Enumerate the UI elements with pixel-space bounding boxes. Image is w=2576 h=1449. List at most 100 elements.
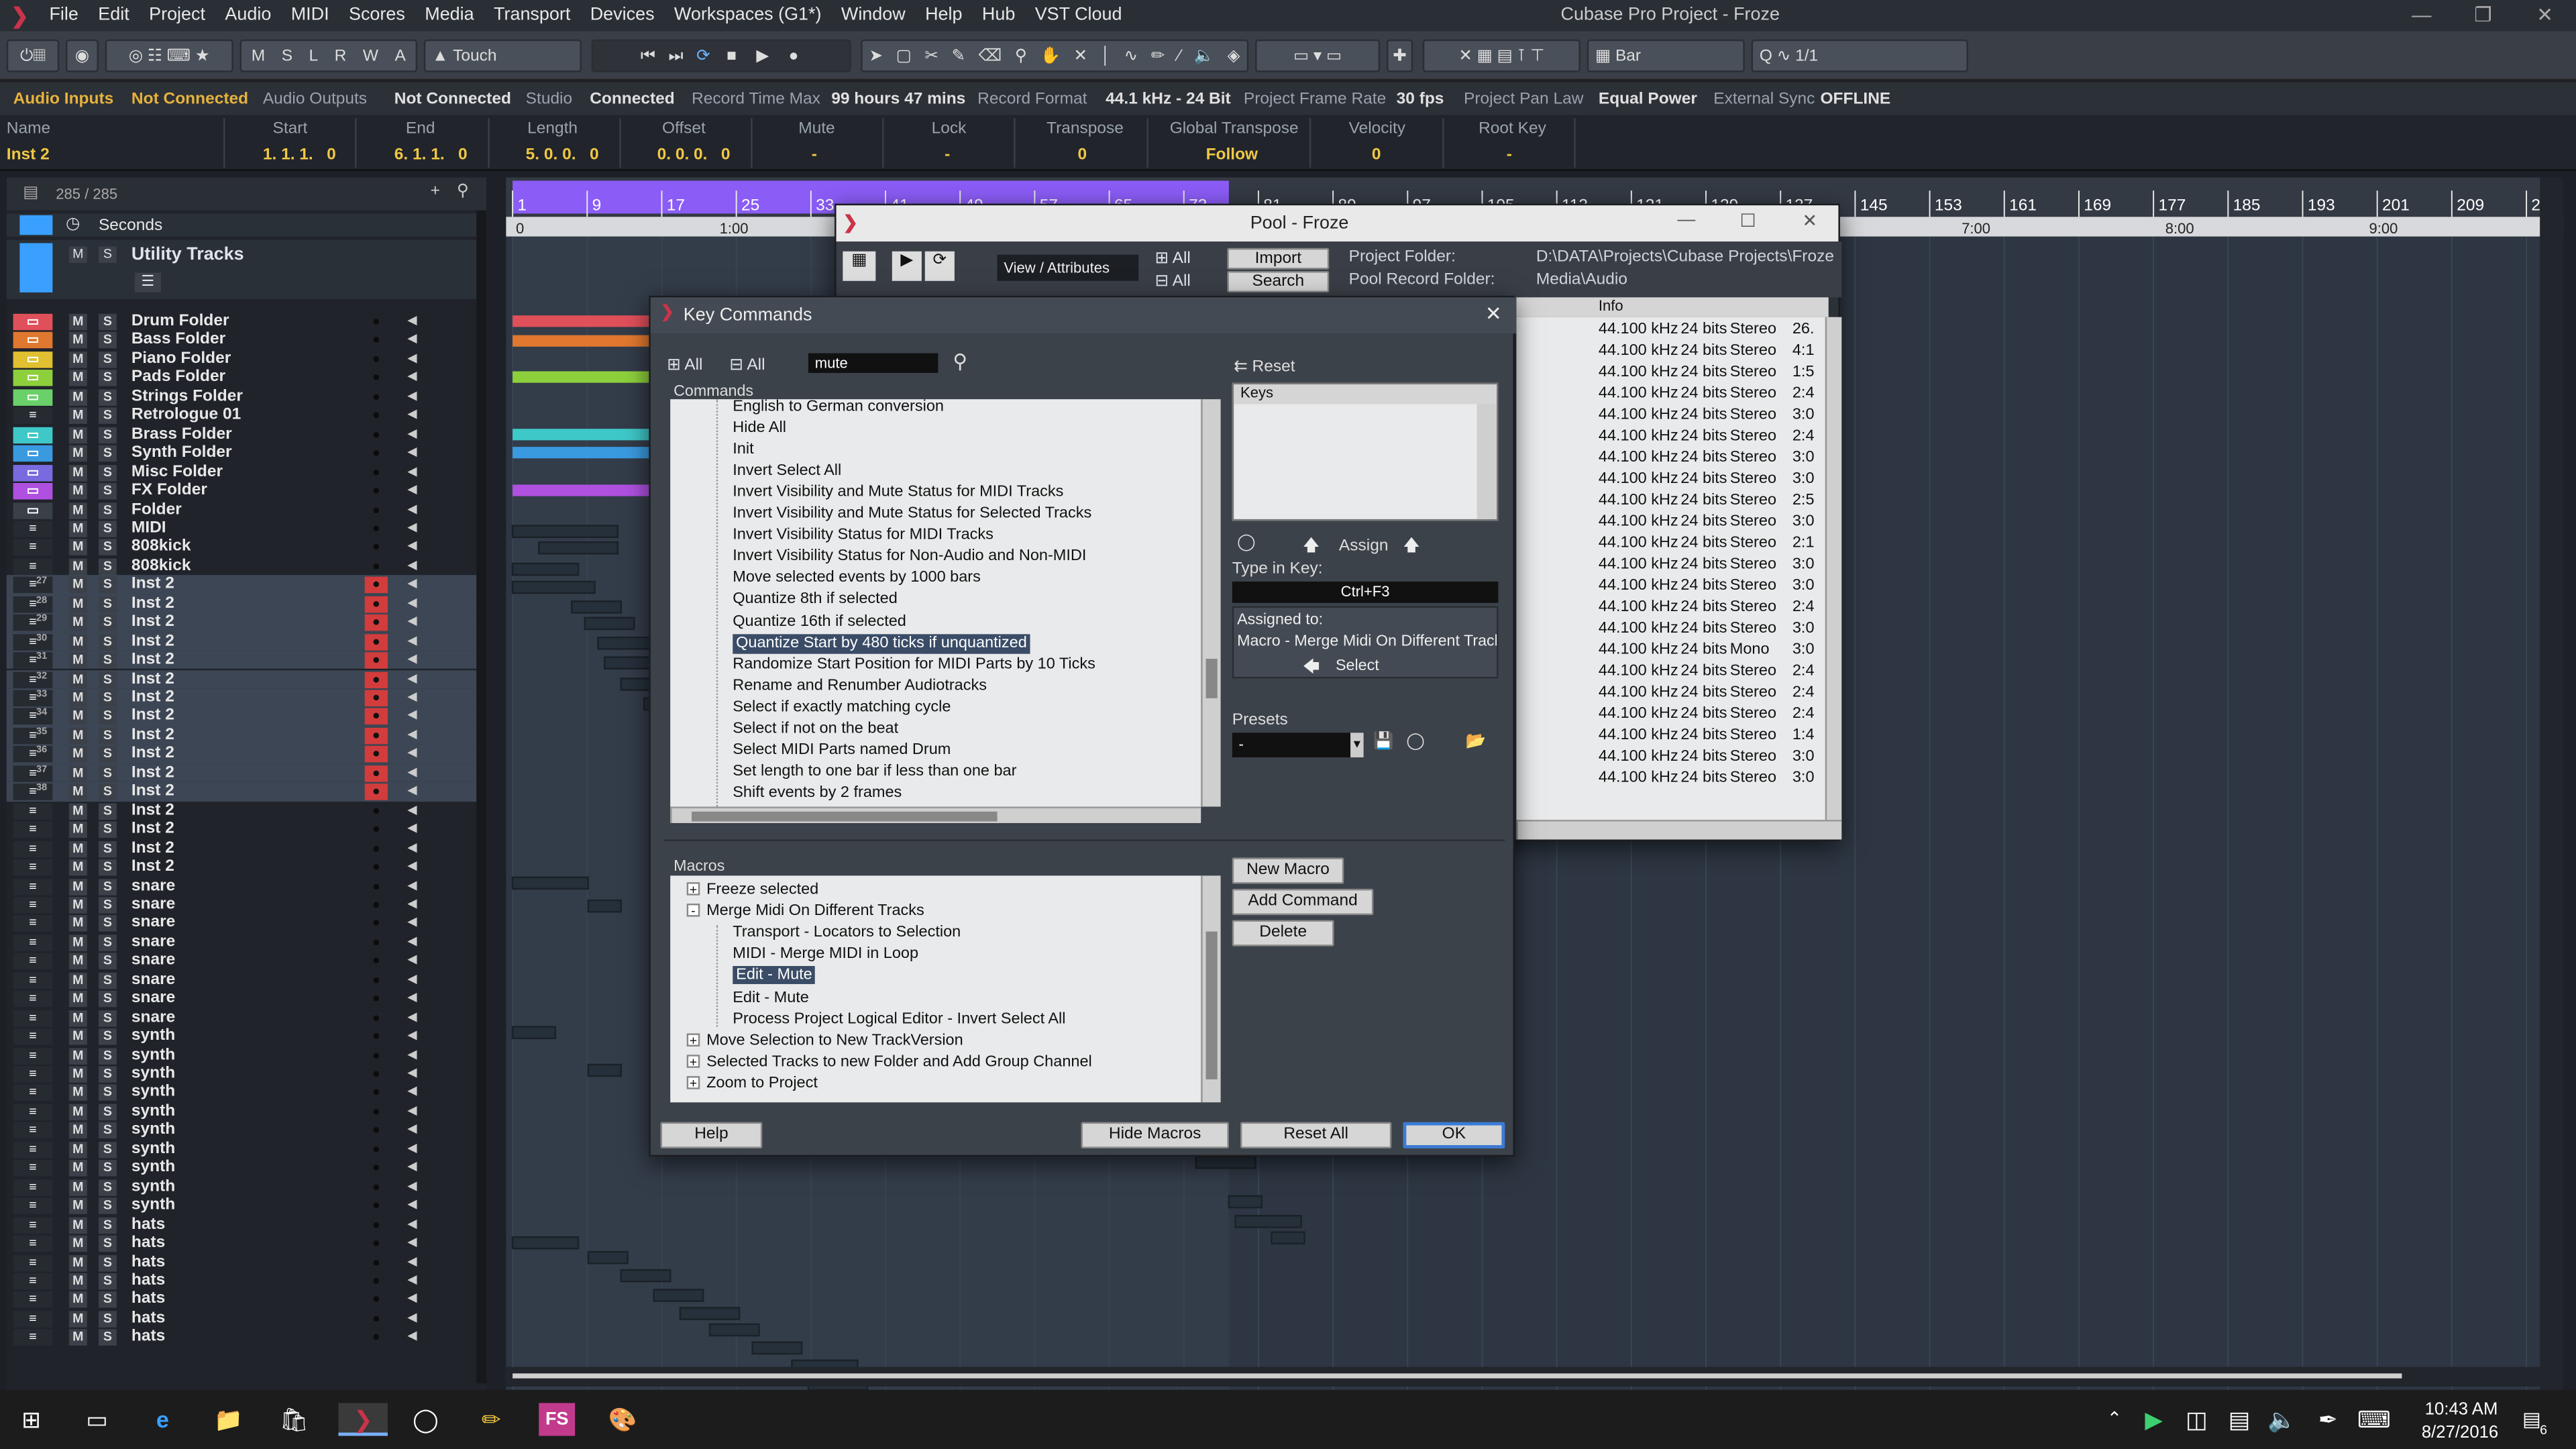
track-mute-button[interactable]: M [68, 633, 87, 650]
track-solo-button[interactable]: S [98, 1235, 117, 1252]
draw-tool-icon[interactable]: ✏ [1151, 47, 1165, 65]
range-tool-icon[interactable]: ▢ [896, 47, 912, 65]
track-solo-button[interactable]: S [98, 934, 117, 951]
key-commands-title-bar[interactable]: ❯ Key Commands ✕ [650, 297, 1517, 334]
track-solo-button[interactable]: S [98, 821, 117, 839]
command-item[interactable]: English to German conversion [733, 399, 944, 417]
scroll-thumb[interactable] [1205, 659, 1218, 698]
track-row[interactable]: ≡ M Ssynth ● ◀ [7, 1121, 480, 1140]
record-enable-icon[interactable]: ● [364, 502, 388, 519]
track-row[interactable]: ▭ M S Folder ● ◀ [7, 500, 480, 519]
track-mute-button[interactable]: M [68, 558, 87, 575]
track-row[interactable]: ≡ 33 M S Inst 2 ● ◀ [6, 688, 480, 708]
event-part[interactable] [511, 562, 580, 576]
type-in-key-input[interactable]: Ctrl+F3 [1232, 581, 1499, 603]
track-row[interactable]: ≡ M Ssnare ● ◀ [7, 952, 480, 971]
track-solo-button[interactable]: S [98, 577, 117, 594]
track-mute-button[interactable]: M [68, 1104, 87, 1120]
track-mute-button[interactable]: M [68, 596, 87, 612]
track-solo-button[interactable]: S [98, 483, 117, 500]
track-mute-button[interactable]: M [68, 708, 87, 726]
tray-chevron-icon[interactable]: ⌃ [2096, 1403, 2133, 1436]
track-row[interactable]: ≡ M Ssynth ● ◀ [7, 1159, 480, 1177]
zoom-tool-icon[interactable]: ⚲ [1015, 47, 1027, 65]
track-row[interactable]: ≡ M Shats ● ◀ [7, 1309, 480, 1328]
pan-law-value[interactable]: Equal Power [1599, 91, 1697, 109]
track-solo-button[interactable]: S [98, 1254, 117, 1271]
collapse-all-checkbox[interactable]: ⊟ All [1155, 273, 1191, 291]
macro-item[interactable]: MIDI - Merge MIDI in Loop [733, 945, 918, 965]
event-part[interactable] [1234, 1215, 1302, 1228]
select-button[interactable]: Select [1336, 657, 1379, 676]
track-row[interactable]: ≡ M Ssynth ● ◀ [7, 1140, 480, 1159]
track-solo-button[interactable]: S [98, 1010, 117, 1026]
monitor-icon[interactable]: ◀ [402, 972, 422, 988]
remove-key-icon[interactable]: ◯ [1237, 534, 1255, 552]
record-enable-icon[interactable]: ● [364, 1047, 388, 1064]
track-solo-button[interactable]: S [98, 1273, 117, 1290]
monitor-icon[interactable]: ◀ [402, 897, 422, 913]
event-part[interactable] [538, 541, 619, 555]
info-transpose-value[interactable]: 0 [1078, 146, 1087, 164]
scroll-thumb[interactable] [513, 1373, 2402, 1379]
pool-play-icon[interactable]: ▶ [892, 251, 922, 281]
command-item[interactable]: Select if not on the beat [733, 719, 898, 739]
record-enable-icon[interactable]: ● [364, 859, 388, 876]
info-name-value[interactable]: Inst 2 [7, 146, 50, 164]
cubase-taskbar-icon[interactable]: ❯ [338, 1403, 388, 1436]
track-solo-button[interactable]: S [98, 539, 117, 556]
event-part[interactable] [587, 1063, 622, 1077]
monitor-icon[interactable]: ◀ [402, 1085, 422, 1101]
command-item[interactable]: Invert Visibility and Mute Status for Se… [733, 504, 1091, 524]
maximize-icon[interactable]: ☐ [1739, 210, 1756, 231]
track-row[interactable]: ≡ 27 M S Inst 2 ● ◀ [6, 575, 480, 594]
monitor-icon[interactable]: ◀ [402, 652, 422, 668]
pool-info-icon[interactable]: ▦ [843, 251, 876, 281]
record-enable-icon[interactable]: ● [364, 1160, 388, 1177]
macros-scrollbar[interactable] [1201, 875, 1221, 1103]
track-solo-button[interactable]: S [98, 1141, 117, 1159]
info-length-value[interactable]: 5. 0. 0. 0 [526, 146, 599, 164]
pool-horizontal-scrollbar[interactable] [1516, 820, 1842, 840]
track-row[interactable]: ≡ M Ssynth ● ◀ [7, 1083, 480, 1102]
track-mute-button[interactable]: M [68, 1160, 87, 1177]
ok-button[interactable]: OK [1403, 1122, 1505, 1148]
chevron-down-icon[interactable]: ▼ [1350, 733, 1364, 757]
comp-tool-icon[interactable]: │ [1101, 47, 1111, 65]
monitor-icon[interactable]: ◀ [402, 408, 422, 424]
monitor-icon[interactable]: ◀ [402, 747, 422, 763]
folder-part[interactable] [513, 315, 654, 327]
record-enable-icon[interactable]: ● [364, 1028, 388, 1045]
macro-item[interactable]: + Move Selection to New TrackVersion [686, 1031, 963, 1051]
command-item-selected[interactable]: Quantize Start by 480 ticks if unquantiz… [733, 633, 1030, 653]
track-row[interactable]: ≡ M S MIDI ● ◀ [7, 519, 480, 538]
track-solo-button[interactable]: S [98, 407, 117, 425]
expand-toggle-icon[interactable]: - [686, 904, 700, 918]
record-enable-icon[interactable]: ● [364, 1010, 388, 1026]
menu-scores[interactable]: Scores [339, 0, 415, 32]
monitor-icon[interactable]: ◀ [402, 1104, 422, 1120]
track-solo-button[interactable]: S [98, 1028, 117, 1045]
presets-select[interactable]: - [1232, 733, 1364, 757]
menu-vst-cloud[interactable]: VST Cloud [1025, 0, 1132, 32]
stop-icon[interactable]: ■ [727, 47, 737, 65]
track-mute-button[interactable]: M [68, 1066, 87, 1083]
track-row[interactable]: ≡ M Ssnare ● ◀ [7, 896, 480, 914]
event-part[interactable] [584, 616, 635, 631]
view-attributes-select[interactable]: View / Attributes [997, 254, 1139, 281]
record-enable-icon[interactable]: ● [364, 614, 388, 631]
track-row[interactable]: ▭ M S Brass Folder ● ◀ [7, 425, 480, 444]
event-part[interactable] [511, 1236, 580, 1250]
monitor-icon[interactable]: ◀ [402, 803, 422, 819]
monitor-icon[interactable]: ◀ [402, 728, 422, 744]
menu-workspaces[interactable]: Workspaces (G1*) [664, 0, 831, 32]
read-button[interactable]: R [335, 47, 347, 65]
record-enable-icon[interactable]: ● [364, 1104, 388, 1120]
track-solo-button[interactable]: S [98, 426, 117, 443]
track-mute-button[interactable]: M [68, 1141, 87, 1159]
event-part[interactable] [587, 1250, 629, 1265]
menu-midi[interactable]: MIDI [281, 0, 339, 32]
track-row[interactable]: ▭ M S Pads Folder ● ◀ [7, 368, 480, 387]
macro-item[interactable]: + Freeze selected [686, 881, 818, 900]
monitor-icon[interactable]: ◀ [402, 1330, 422, 1346]
